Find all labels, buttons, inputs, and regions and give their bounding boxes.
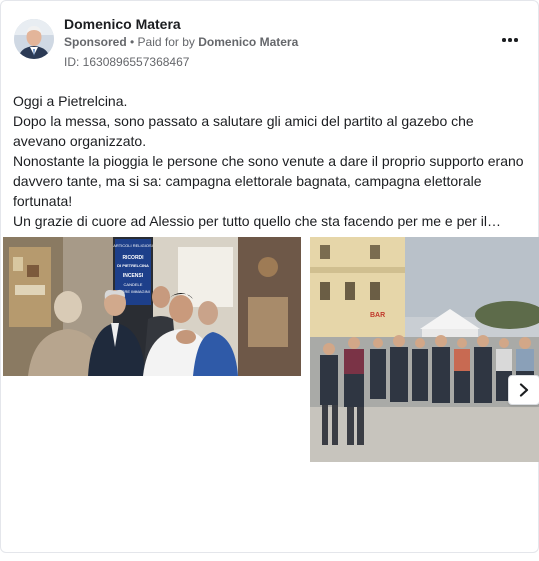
sign-line: RICORDI [122, 255, 144, 261]
ad-card: Domenico Matera Sponsored • Paid for by … [0, 0, 539, 553]
post-line: Un grazie di cuore ad Alessio per tutto … [13, 213, 501, 229]
sign-line: DI PIETRELCINA [117, 263, 149, 268]
post-image-2[interactable]: BAR [310, 237, 539, 462]
post-line: Nonostante la pioggia le persone che son… [13, 153, 524, 209]
sponsored-line: Sponsored • Paid for by Domenico Matera [64, 35, 298, 49]
sign-line: ARTICOLI RELIGIOSI [113, 243, 153, 248]
chevron-right-icon [519, 383, 529, 397]
sign-line: INCENSI [123, 273, 144, 279]
author-avatar[interactable] [14, 19, 54, 59]
bar-sign: BAR [370, 312, 385, 319]
sign-line: CANDELE [124, 282, 143, 287]
sponsored-label: Sponsored [64, 35, 127, 49]
separator: • [126, 35, 138, 49]
post-text: Oggi a Pietrelcina. Dopo la messa, sono … [13, 91, 528, 231]
author-name[interactable]: Domenico Matera [64, 16, 181, 32]
carousel-next-button[interactable] [508, 375, 539, 405]
paid-for-by-name: Domenico Matera [198, 35, 299, 49]
more-options-button[interactable] [498, 31, 522, 49]
ad-id: ID: 1630896557368467 [64, 55, 190, 69]
paid-for-prefix: Paid for by [137, 35, 199, 49]
post-image-1[interactable]: ARTICOLI RELIGIOSI RICORDI DI PIETRELCIN… [3, 237, 301, 376]
post-line: Oggi a Pietrelcina. [13, 93, 128, 109]
post-header: Domenico Matera Sponsored • Paid for by … [13, 13, 528, 73]
more-horizontal-icon [501, 38, 519, 42]
post-line: Dopo la messa, sono passato a salutare g… [13, 113, 474, 149]
